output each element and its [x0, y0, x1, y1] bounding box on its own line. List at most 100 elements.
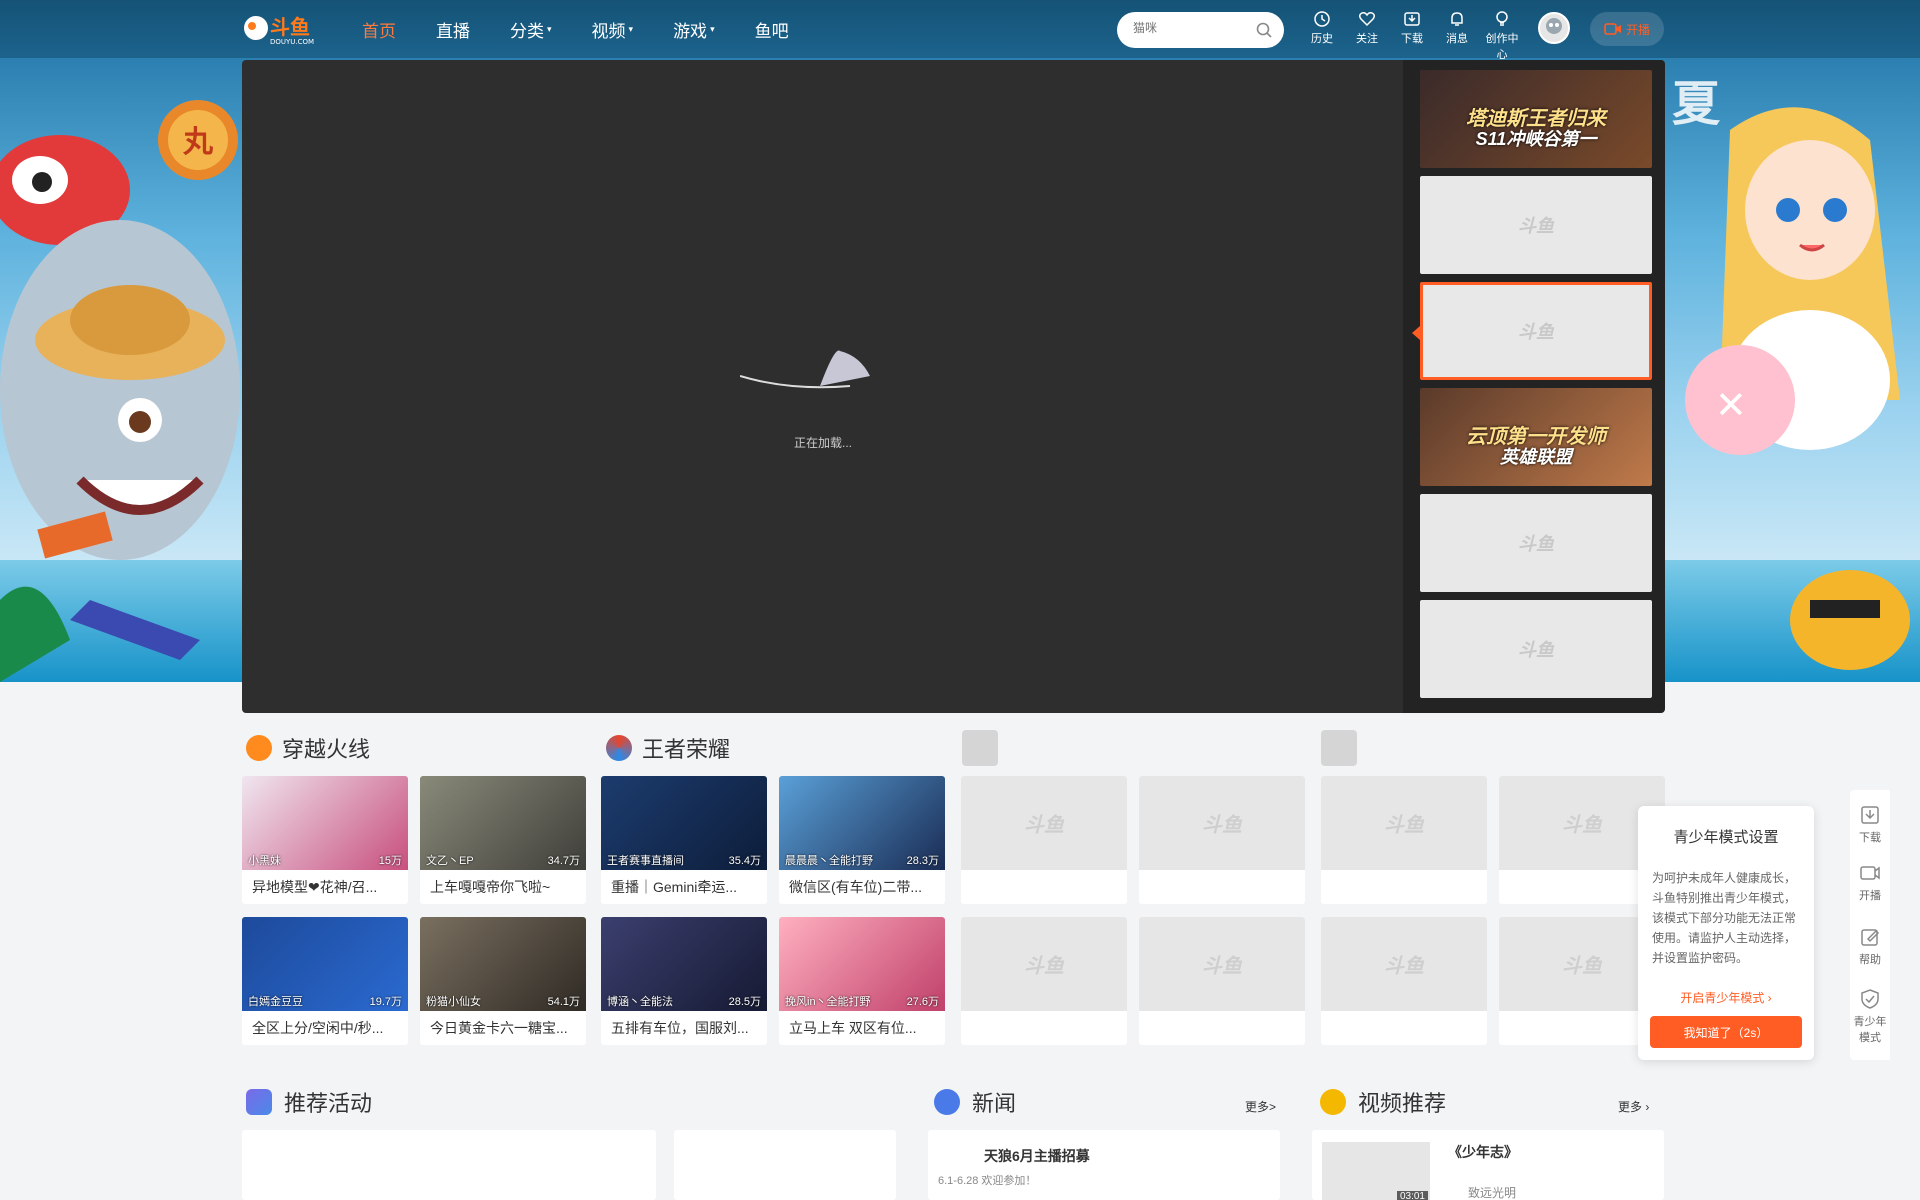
side-stream-thumbnail[interactable]: 塔迪斯王者归来 S11冲峡谷第一: [1420, 70, 1652, 168]
side-stream-thumbnail[interactable]: 云顶第一开发师 英雄联盟: [1420, 388, 1652, 486]
category-title-placeholder-1[interactable]: [962, 730, 1008, 766]
video-section-title: 视频推荐: [1320, 1086, 1446, 1118]
streamer-name: 文乙丶EP: [426, 855, 474, 867]
camera-icon: [1860, 866, 1880, 880]
activity-card[interactable]: [674, 1130, 896, 1200]
nav-item[interactable]: 直播: [436, 17, 470, 42]
shield-icon: [1861, 989, 1879, 1009]
news-more-link[interactable]: 更多>: [1245, 1098, 1276, 1115]
placeholder-stream-card[interactable]: 斗鱼: [1139, 776, 1305, 904]
stream-card[interactable]: 晨晨晨丶全能打野 28.3万 微信区(有车位)二带...: [779, 776, 945, 904]
header-download-button[interactable]: 下载: [1392, 10, 1432, 46]
toolbar-download-button[interactable]: 下载: [1850, 804, 1890, 845]
stream-card[interactable]: 王者赛事直播间 35.4万 重播｜Gemini牵运...: [601, 776, 767, 904]
category-title-cf[interactable]: 穿越火线: [246, 732, 370, 764]
placeholder-stream-card[interactable]: 斗鱼: [1139, 917, 1305, 1045]
header-heart-button[interactable]: 关注: [1347, 10, 1387, 46]
placeholder-stream-card[interactable]: 斗鱼: [961, 776, 1127, 904]
stream-card[interactable]: 粉猫小仙女 54.1万 今日黄金卡六一糖宝...: [420, 917, 586, 1045]
streamer-name: 挽风in丶全能打野: [785, 996, 871, 1008]
news-item-subtitle: 6.1-6.28 欢迎参加！: [938, 1175, 1037, 1187]
left-mascot-illustration: 丸: [0, 40, 242, 682]
header-bell-button[interactable]: 消息: [1437, 10, 1477, 46]
bell-icon: [1451, 12, 1463, 26]
news-item[interactable]: 天狼6月主播招募 6.1-6.28 欢迎参加！: [928, 1130, 1280, 1200]
video-duration: 03:01: [1396, 1191, 1428, 1200]
stream-card[interactable]: 挽风in丶全能打野 27.6万 立马上车 双区有位...: [779, 917, 945, 1045]
placeholder-stream-card[interactable]: 斗鱼: [961, 917, 1127, 1045]
search-icon[interactable]: [1256, 22, 1272, 38]
download-icon: [1861, 806, 1879, 824]
douyu-placeholder-logo: 斗鱼: [1562, 814, 1602, 837]
stream-card[interactable]: 小黑妹 15万 异地模型❤花神/召...: [242, 776, 408, 904]
nav-item[interactable]: 分类 ▾: [510, 17, 552, 42]
douyu-logo[interactable]: 斗鱼 DOUYU.COM: [242, 12, 322, 46]
search-input[interactable]: [1133, 21, 1243, 35]
viewer-count: 35.4万: [728, 855, 761, 867]
user-avatar[interactable]: [1538, 12, 1570, 44]
activity-card[interactable]: [242, 1130, 656, 1200]
side-stream-thumbnail[interactable]: 斗鱼: [1420, 176, 1652, 274]
stream-title[interactable]: 立马上车 双区有位...: [789, 1018, 939, 1038]
stream-title[interactable]: 全区上分/空闲中/秒...: [252, 1018, 402, 1038]
category-title-placeholder-2[interactable]: [1321, 730, 1367, 766]
header-history-button[interactable]: 历史: [1302, 10, 1342, 46]
toolbar-camera-button[interactable]: 开播: [1850, 862, 1890, 903]
placeholder-stream-card[interactable]: 斗鱼: [1321, 917, 1487, 1045]
video-item-title[interactable]: 《少年志》: [1448, 1142, 1518, 1162]
viewer-count: 15万: [378, 855, 402, 867]
stream-title[interactable]: 今日黄金卡六一糖宝...: [430, 1018, 580, 1038]
toolbar-shield-button[interactable]: 青少年模式: [1850, 988, 1890, 1045]
active-stream-pointer: [1412, 326, 1420, 340]
nav-item[interactable]: 游戏 ▾: [673, 17, 715, 42]
heart-icon: [1358, 12, 1376, 27]
video-item[interactable]: 03:01 《少年志》 致远光明: [1312, 1130, 1664, 1200]
news-icon: [934, 1089, 960, 1115]
activities-section-title: 推荐活动: [246, 1086, 372, 1118]
douyu-placeholder-logo: 斗鱼: [1202, 955, 1242, 978]
teen-popup-confirm-button[interactable]: 我知道了（2s）: [1650, 1016, 1802, 1048]
placeholder-stream-card[interactable]: 斗鱼: [1321, 776, 1487, 904]
douyu-placeholder-logo: 斗鱼: [1518, 534, 1554, 554]
viewer-count: 28.3万: [906, 855, 939, 867]
header-bulb-button[interactable]: 创作中心: [1482, 10, 1522, 62]
toolbar-edit-button[interactable]: 帮助: [1850, 926, 1890, 967]
viewer-count: 19.7万: [369, 996, 402, 1008]
streamer-name: 博涵丶全能法: [607, 996, 673, 1008]
loading-text: 正在加载...: [793, 436, 852, 450]
stream-title[interactable]: 异地模型❤花神/召...: [252, 877, 402, 897]
go-live-label: 开播: [1625, 22, 1650, 37]
svg-text:丸: 丸: [182, 125, 213, 160]
stream-title[interactable]: 五排有车位，国服刘...: [611, 1018, 761, 1038]
side-stream-thumbnail[interactable]: 斗鱼: [1420, 494, 1652, 592]
viewer-count: 34.7万: [547, 855, 580, 867]
search-box[interactable]: [1117, 12, 1284, 48]
nav-item[interactable]: 视频 ▾: [592, 17, 634, 42]
streamer-name: 白嫣金豆豆: [248, 996, 303, 1008]
go-live-button[interactable]: 开播: [1590, 12, 1664, 46]
video-more-link[interactable]: 更多 ›: [1618, 1098, 1649, 1115]
video-thumbnail[interactable]: 03:01: [1322, 1142, 1430, 1200]
top-header: 斗鱼 DOUYU.COM 首页 直播 分类▾ 视频▾ 游戏▾ 鱼吧 历史关注下载消息创作中…: [0, 0, 1920, 61]
news-item-title[interactable]: 天狼6月主播招募: [984, 1146, 1090, 1166]
stream-title[interactable]: 重播｜Gemini牵运...: [611, 877, 761, 897]
category-name: 王者荣耀: [642, 737, 731, 762]
side-stream-thumbnail[interactable]: 斗鱼: [1420, 600, 1652, 698]
nav-item[interactable]: 首页: [362, 17, 396, 42]
video-player[interactable]: 正在加载...: [242, 60, 1404, 713]
stream-card[interactable]: 白嫣金豆豆 19.7万全区上分/空闲中/秒...: [242, 917, 408, 1045]
toolbar-label: 下载: [1859, 832, 1881, 844]
video-title-text: 视频推荐: [1358, 1091, 1447, 1116]
nav-item[interactable]: 鱼吧: [755, 17, 789, 42]
edit-icon: [1861, 929, 1880, 946]
stream-card[interactable]: 博涵丶全能法 28.5万 五排有车位，国服刘...: [601, 917, 767, 1045]
stream-card[interactable]: 文乙丶EP 34.7万上车嘎嘎帝你飞啦~: [420, 776, 586, 904]
side-stream-thumbnail[interactable]: 斗鱼: [1420, 282, 1652, 380]
stream-title[interactable]: 上车嘎嘎帝你飞啦~: [430, 877, 580, 897]
category-title-wzry[interactable]: 王者荣耀: [606, 732, 730, 764]
stream-title[interactable]: 微信区(有车位)二带...: [789, 877, 939, 897]
enable-teen-mode-link[interactable]: 开启青少年模式 ›: [1638, 989, 1814, 1006]
news-section-title: 新闻: [934, 1086, 1016, 1118]
header-icon-label: 创作中心: [1485, 33, 1519, 61]
toolbar-label: 青少年模式: [1853, 1016, 1887, 1044]
